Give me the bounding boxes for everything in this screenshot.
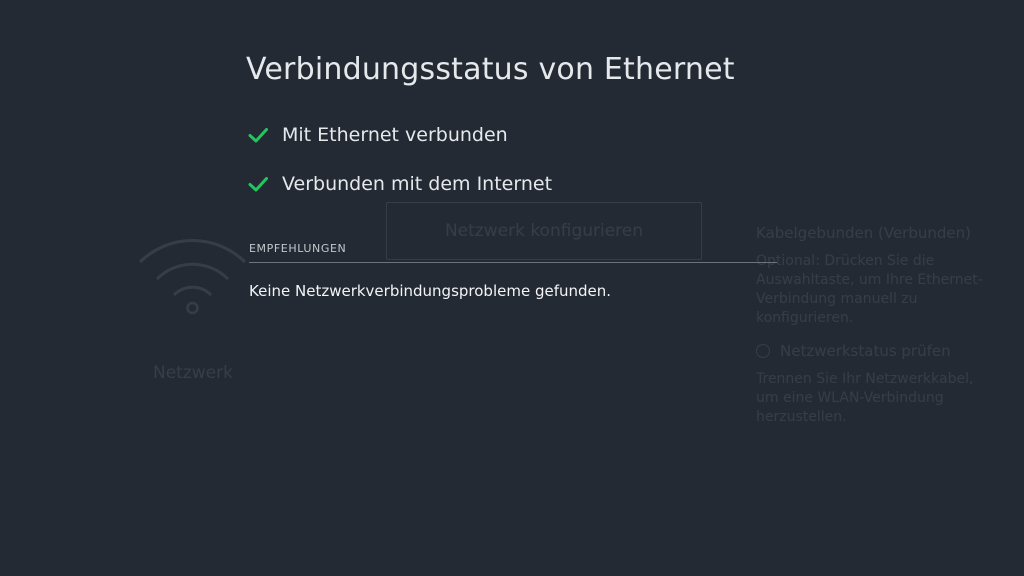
check-icon xyxy=(248,128,268,143)
connection-type-title: Kabelgebunden (Verbunden) xyxy=(756,224,971,242)
network-status-check-row[interactable]: Netzwerkstatus prüfen xyxy=(756,342,986,360)
status-item-internet: Verbunden mit dem Internet xyxy=(247,173,552,195)
wifi-icon xyxy=(138,239,247,315)
divider xyxy=(249,262,777,263)
network-label: Netzwerk xyxy=(153,363,233,383)
wifi-hint: Trennen Sie Ihr Netzwerkkabel, um eine W… xyxy=(756,371,974,425)
connection-info-panel: Kabelgebunden (Verbunden) Optional: Drüc… xyxy=(756,224,986,427)
recommendation-message: Keine Netzwerkverbindungsprobleme gefund… xyxy=(249,282,612,300)
status-item-label: Mit Ethernet verbunden xyxy=(282,124,508,146)
configure-network-button[interactable]: Netzwerk konfigurieren xyxy=(386,202,702,260)
check-icon xyxy=(248,177,268,192)
status-item-ethernet: Mit Ethernet verbunden xyxy=(247,124,508,146)
status-check-icon xyxy=(756,344,770,358)
network-status-check-label: Netzwerkstatus prüfen xyxy=(780,342,951,360)
status-item-label: Verbunden mit dem Internet xyxy=(282,173,553,195)
page-title: Verbindungsstatus von Ethernet xyxy=(246,52,735,87)
connection-description: Optional: Drücken Sie die Auswahltaste, … xyxy=(756,253,983,326)
recommendations-heading: EMPFEHLUNGEN xyxy=(249,242,347,255)
